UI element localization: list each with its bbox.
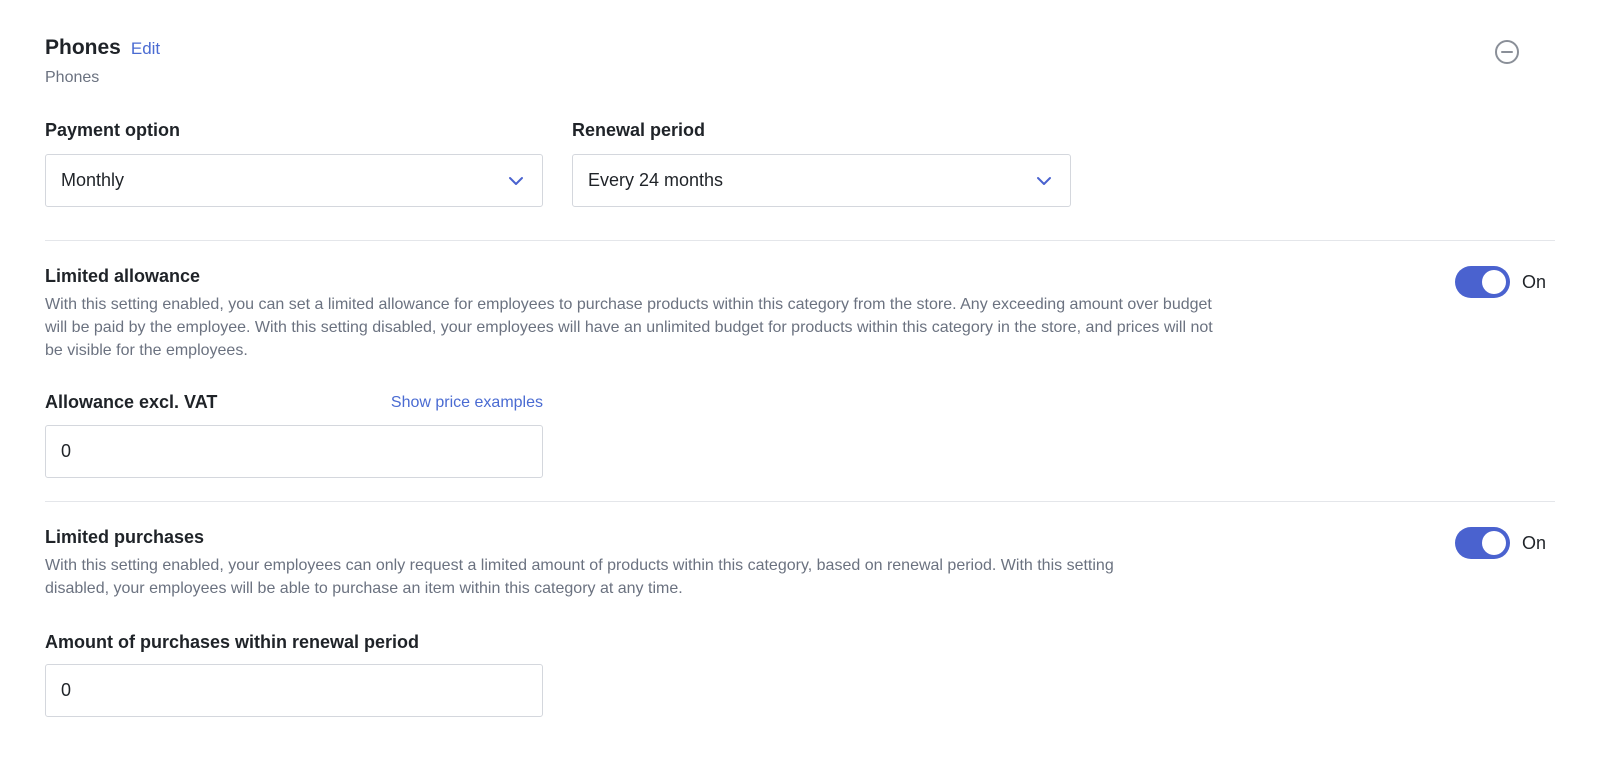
section-divider	[45, 501, 1555, 502]
limited-allowance-toggle[interactable]	[1455, 266, 1510, 298]
payment-option-select[interactable]: Monthly	[45, 154, 543, 207]
renewal-period-select[interactable]: Every 24 months	[572, 154, 1071, 207]
allowance-label: Allowance excl. VAT	[45, 392, 218, 412]
phones-category-settings: Phones Edit Phones Payment option Monthl…	[45, 0, 1555, 761]
description-line: disabled, your employees will be able to…	[45, 580, 683, 597]
collapse-button[interactable]	[1493, 38, 1521, 66]
amount-of-purchases-label: Amount of purchases within renewal perio…	[45, 632, 420, 652]
toggle-knob	[1482, 531, 1506, 555]
chevron-down-icon	[490, 155, 542, 206]
chevron-down-icon	[1018, 155, 1070, 206]
limited-purchases-toggle-group: On	[1455, 527, 1546, 559]
limited-allowance-description: With this setting enabled, you can set a…	[45, 293, 1365, 362]
renewal-period-value: Every 24 months	[588, 170, 724, 190]
description-line: will be paid by the employee. With this …	[45, 319, 1213, 336]
renewal-period-label: Renewal period	[572, 120, 706, 140]
payment-option-value: Monthly	[61, 170, 125, 190]
edit-link[interactable]: Edit	[131, 39, 160, 59]
limited-allowance-toggle-group: On	[1455, 266, 1546, 298]
category-subtitle: Phones	[45, 69, 100, 86]
limited-purchases-toggle-label: On	[1522, 532, 1547, 553]
category-header: Phones Edit	[45, 36, 160, 60]
amount-of-purchases-input[interactable]: 0	[45, 664, 543, 717]
limited-purchases-toggle[interactable]	[1455, 527, 1510, 559]
limited-purchases-title: Limited purchases	[45, 527, 205, 547]
description-line: With this setting enabled, your employee…	[45, 557, 1114, 574]
description-line: With this setting enabled, you can set a…	[45, 296, 1212, 313]
allowance-input[interactable]: 0	[45, 425, 543, 478]
description-line: be visible for the employees.	[45, 342, 248, 359]
toggle-knob	[1482, 270, 1506, 294]
section-divider	[45, 240, 1555, 241]
show-price-examples-link[interactable]: Show price examples	[375, 394, 543, 412]
minus-circle-icon	[1495, 40, 1519, 64]
payment-option-label: Payment option	[45, 120, 181, 140]
category-title: Phones	[45, 36, 121, 59]
limited-purchases-description: With this setting enabled, your employee…	[45, 554, 1365, 600]
limited-allowance-toggle-label: On	[1522, 271, 1547, 292]
limited-allowance-title: Limited allowance	[45, 266, 201, 286]
